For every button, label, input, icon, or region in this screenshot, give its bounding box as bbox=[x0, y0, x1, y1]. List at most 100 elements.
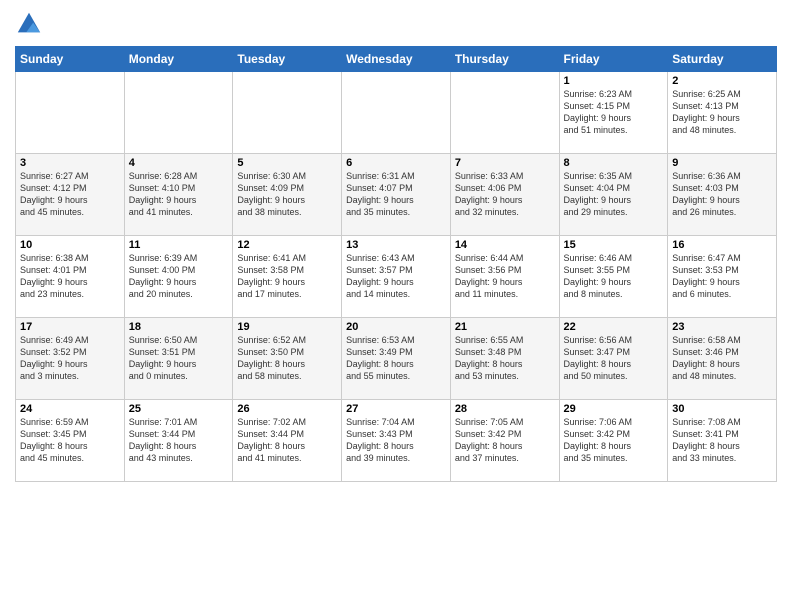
header-cell-friday: Friday bbox=[559, 47, 668, 72]
day-info: Sunrise: 6:56 AM Sunset: 3:47 PM Dayligh… bbox=[564, 334, 664, 383]
day-number: 28 bbox=[455, 403, 555, 415]
day-info: Sunrise: 7:01 AM Sunset: 3:44 PM Dayligh… bbox=[129, 416, 229, 465]
day-cell: 19Sunrise: 6:52 AM Sunset: 3:50 PM Dayli… bbox=[233, 318, 342, 400]
day-number: 24 bbox=[20, 403, 120, 415]
day-cell: 7Sunrise: 6:33 AM Sunset: 4:06 PM Daylig… bbox=[450, 154, 559, 236]
day-info: Sunrise: 6:43 AM Sunset: 3:57 PM Dayligh… bbox=[346, 252, 446, 301]
day-cell: 13Sunrise: 6:43 AM Sunset: 3:57 PM Dayli… bbox=[342, 236, 451, 318]
day-info: Sunrise: 6:50 AM Sunset: 3:51 PM Dayligh… bbox=[129, 334, 229, 383]
day-number: 9 bbox=[672, 157, 772, 169]
day-cell: 18Sunrise: 6:50 AM Sunset: 3:51 PM Dayli… bbox=[124, 318, 233, 400]
day-cell: 21Sunrise: 6:55 AM Sunset: 3:48 PM Dayli… bbox=[450, 318, 559, 400]
day-number: 3 bbox=[20, 157, 120, 169]
day-info: Sunrise: 6:52 AM Sunset: 3:50 PM Dayligh… bbox=[237, 334, 337, 383]
day-number: 12 bbox=[237, 239, 337, 251]
day-number: 25 bbox=[129, 403, 229, 415]
day-info: Sunrise: 7:08 AM Sunset: 3:41 PM Dayligh… bbox=[672, 416, 772, 465]
day-cell: 6Sunrise: 6:31 AM Sunset: 4:07 PM Daylig… bbox=[342, 154, 451, 236]
header bbox=[15, 10, 777, 38]
day-info: Sunrise: 6:58 AM Sunset: 3:46 PM Dayligh… bbox=[672, 334, 772, 383]
day-cell bbox=[450, 72, 559, 154]
day-info: Sunrise: 7:02 AM Sunset: 3:44 PM Dayligh… bbox=[237, 416, 337, 465]
day-cell: 24Sunrise: 6:59 AM Sunset: 3:45 PM Dayli… bbox=[16, 400, 125, 482]
day-cell: 1Sunrise: 6:23 AM Sunset: 4:15 PM Daylig… bbox=[559, 72, 668, 154]
day-info: Sunrise: 7:06 AM Sunset: 3:42 PM Dayligh… bbox=[564, 416, 664, 465]
day-number: 20 bbox=[346, 321, 446, 333]
day-info: Sunrise: 6:39 AM Sunset: 4:00 PM Dayligh… bbox=[129, 252, 229, 301]
day-cell: 22Sunrise: 6:56 AM Sunset: 3:47 PM Dayli… bbox=[559, 318, 668, 400]
day-cell: 17Sunrise: 6:49 AM Sunset: 3:52 PM Dayli… bbox=[16, 318, 125, 400]
day-info: Sunrise: 6:28 AM Sunset: 4:10 PM Dayligh… bbox=[129, 170, 229, 219]
day-number: 27 bbox=[346, 403, 446, 415]
day-number: 2 bbox=[672, 75, 772, 87]
header-cell-saturday: Saturday bbox=[668, 47, 777, 72]
week-row-3: 17Sunrise: 6:49 AM Sunset: 3:52 PM Dayli… bbox=[16, 318, 777, 400]
day-cell: 10Sunrise: 6:38 AM Sunset: 4:01 PM Dayli… bbox=[16, 236, 125, 318]
day-number: 16 bbox=[672, 239, 772, 251]
day-cell: 8Sunrise: 6:35 AM Sunset: 4:04 PM Daylig… bbox=[559, 154, 668, 236]
week-row-2: 10Sunrise: 6:38 AM Sunset: 4:01 PM Dayli… bbox=[16, 236, 777, 318]
calendar-body: 1Sunrise: 6:23 AM Sunset: 4:15 PM Daylig… bbox=[16, 72, 777, 482]
day-cell: 25Sunrise: 7:01 AM Sunset: 3:44 PM Dayli… bbox=[124, 400, 233, 482]
week-row-0: 1Sunrise: 6:23 AM Sunset: 4:15 PM Daylig… bbox=[16, 72, 777, 154]
day-cell: 2Sunrise: 6:25 AM Sunset: 4:13 PM Daylig… bbox=[668, 72, 777, 154]
day-info: Sunrise: 6:47 AM Sunset: 3:53 PM Dayligh… bbox=[672, 252, 772, 301]
day-number: 15 bbox=[564, 239, 664, 251]
day-number: 29 bbox=[564, 403, 664, 415]
header-cell-wednesday: Wednesday bbox=[342, 47, 451, 72]
day-cell: 9Sunrise: 6:36 AM Sunset: 4:03 PM Daylig… bbox=[668, 154, 777, 236]
day-cell: 11Sunrise: 6:39 AM Sunset: 4:00 PM Dayli… bbox=[124, 236, 233, 318]
day-cell: 28Sunrise: 7:05 AM Sunset: 3:42 PM Dayli… bbox=[450, 400, 559, 482]
day-cell: 30Sunrise: 7:08 AM Sunset: 3:41 PM Dayli… bbox=[668, 400, 777, 482]
day-number: 13 bbox=[346, 239, 446, 251]
day-cell: 3Sunrise: 6:27 AM Sunset: 4:12 PM Daylig… bbox=[16, 154, 125, 236]
header-cell-monday: Monday bbox=[124, 47, 233, 72]
header-cell-tuesday: Tuesday bbox=[233, 47, 342, 72]
day-number: 21 bbox=[455, 321, 555, 333]
page: SundayMondayTuesdayWednesdayThursdayFrid… bbox=[0, 0, 792, 612]
day-info: Sunrise: 6:36 AM Sunset: 4:03 PM Dayligh… bbox=[672, 170, 772, 219]
day-number: 18 bbox=[129, 321, 229, 333]
day-cell bbox=[16, 72, 125, 154]
day-info: Sunrise: 6:49 AM Sunset: 3:52 PM Dayligh… bbox=[20, 334, 120, 383]
day-info: Sunrise: 6:30 AM Sunset: 4:09 PM Dayligh… bbox=[237, 170, 337, 219]
header-cell-sunday: Sunday bbox=[16, 47, 125, 72]
day-number: 26 bbox=[237, 403, 337, 415]
day-cell: 12Sunrise: 6:41 AM Sunset: 3:58 PM Dayli… bbox=[233, 236, 342, 318]
day-number: 7 bbox=[455, 157, 555, 169]
header-cell-thursday: Thursday bbox=[450, 47, 559, 72]
header-row: SundayMondayTuesdayWednesdayThursdayFrid… bbox=[16, 47, 777, 72]
day-cell bbox=[233, 72, 342, 154]
week-row-4: 24Sunrise: 6:59 AM Sunset: 3:45 PM Dayli… bbox=[16, 400, 777, 482]
day-number: 8 bbox=[564, 157, 664, 169]
day-cell: 4Sunrise: 6:28 AM Sunset: 4:10 PM Daylig… bbox=[124, 154, 233, 236]
day-cell: 29Sunrise: 7:06 AM Sunset: 3:42 PM Dayli… bbox=[559, 400, 668, 482]
day-number: 22 bbox=[564, 321, 664, 333]
day-cell: 5Sunrise: 6:30 AM Sunset: 4:09 PM Daylig… bbox=[233, 154, 342, 236]
day-number: 10 bbox=[20, 239, 120, 251]
day-number: 6 bbox=[346, 157, 446, 169]
day-info: Sunrise: 7:05 AM Sunset: 3:42 PM Dayligh… bbox=[455, 416, 555, 465]
week-row-1: 3Sunrise: 6:27 AM Sunset: 4:12 PM Daylig… bbox=[16, 154, 777, 236]
day-info: Sunrise: 6:59 AM Sunset: 3:45 PM Dayligh… bbox=[20, 416, 120, 465]
day-info: Sunrise: 6:38 AM Sunset: 4:01 PM Dayligh… bbox=[20, 252, 120, 301]
day-number: 1 bbox=[564, 75, 664, 87]
logo bbox=[15, 10, 47, 38]
day-info: Sunrise: 6:27 AM Sunset: 4:12 PM Dayligh… bbox=[20, 170, 120, 219]
day-number: 17 bbox=[20, 321, 120, 333]
day-cell: 26Sunrise: 7:02 AM Sunset: 3:44 PM Dayli… bbox=[233, 400, 342, 482]
day-info: Sunrise: 6:41 AM Sunset: 3:58 PM Dayligh… bbox=[237, 252, 337, 301]
day-info: Sunrise: 6:31 AM Sunset: 4:07 PM Dayligh… bbox=[346, 170, 446, 219]
day-info: Sunrise: 6:25 AM Sunset: 4:13 PM Dayligh… bbox=[672, 88, 772, 137]
day-cell bbox=[342, 72, 451, 154]
day-info: Sunrise: 6:55 AM Sunset: 3:48 PM Dayligh… bbox=[455, 334, 555, 383]
day-cell: 27Sunrise: 7:04 AM Sunset: 3:43 PM Dayli… bbox=[342, 400, 451, 482]
calendar-table: SundayMondayTuesdayWednesdayThursdayFrid… bbox=[15, 46, 777, 482]
day-number: 4 bbox=[129, 157, 229, 169]
day-number: 30 bbox=[672, 403, 772, 415]
day-cell bbox=[124, 72, 233, 154]
day-number: 11 bbox=[129, 239, 229, 251]
day-info: Sunrise: 6:33 AM Sunset: 4:06 PM Dayligh… bbox=[455, 170, 555, 219]
day-number: 19 bbox=[237, 321, 337, 333]
day-info: Sunrise: 6:44 AM Sunset: 3:56 PM Dayligh… bbox=[455, 252, 555, 301]
